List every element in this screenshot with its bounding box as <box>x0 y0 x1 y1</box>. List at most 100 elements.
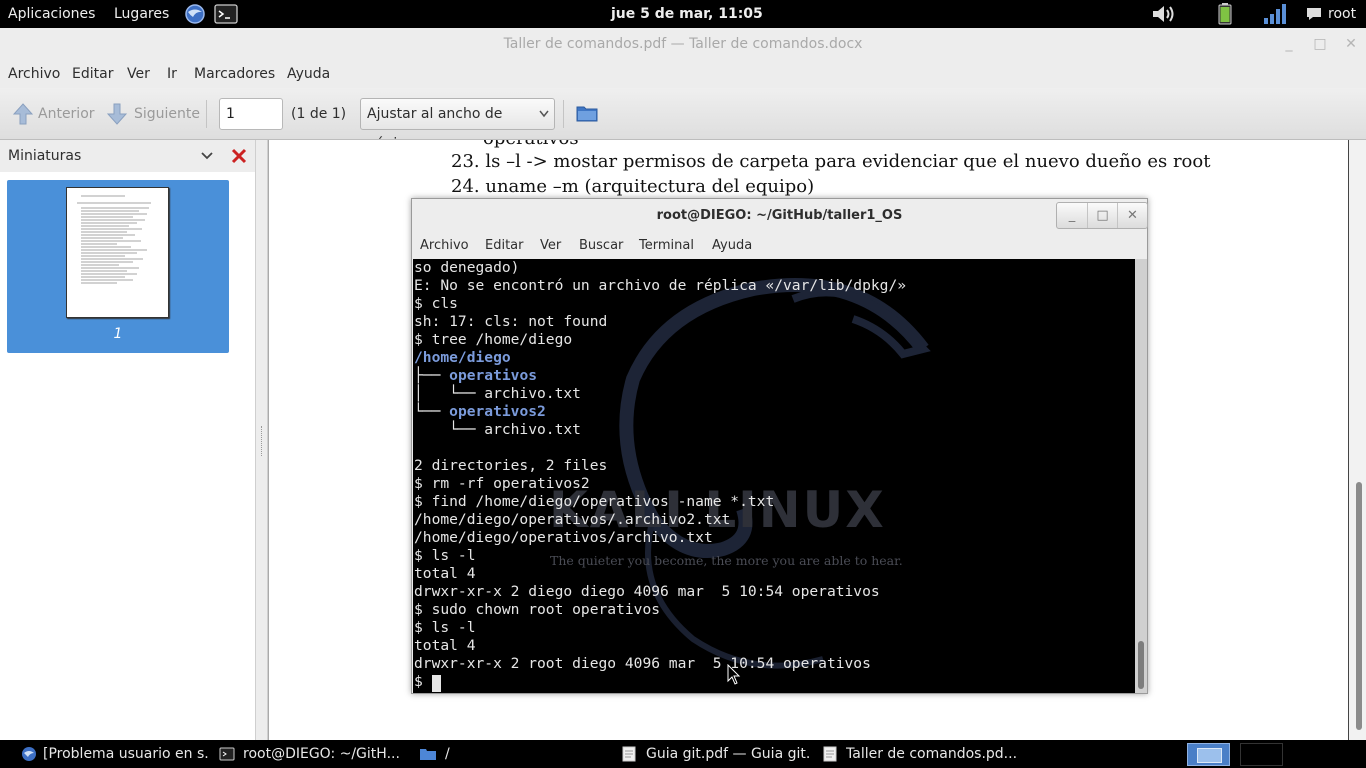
document-text-line: 23. ls –l -> mostar permisos de carpeta … <box>451 151 1211 172</box>
kali-wallpaper-tagline: The quieter you become, the more you are… <box>550 553 903 568</box>
menu-ver[interactable]: Ver <box>540 232 561 259</box>
terminal-cursor <box>432 675 441 692</box>
document-scrollbar[interactable] <box>1348 140 1366 740</box>
terminal-line: drwxr-xr-x 2 diego diego 4096 mar 5 10:5… <box>414 583 880 600</box>
top-panel: Aplicaciones Lugares jue 5 de mar, 11:05… <box>0 0 1366 28</box>
menu-editar[interactable]: Editar <box>485 232 524 259</box>
places-menu[interactable]: Lugares <box>114 0 169 28</box>
terminal-line: $ <box>414 673 432 690</box>
menu-archivo[interactable]: Archivo <box>8 60 60 88</box>
menu-buscar[interactable]: Buscar <box>579 232 623 259</box>
menu-archivo[interactable]: Archivo <box>420 232 469 259</box>
terminal-line: total 4 <box>414 565 476 582</box>
terminal-menu-bar: Archivo Editar Ver Buscar Terminal Ayuda <box>412 232 1147 259</box>
window-title: Taller de comandos.pdf — Taller de coman… <box>0 28 1366 60</box>
folder-icon <box>419 746 436 762</box>
scrollbar-thumb[interactable] <box>1138 641 1144 689</box>
web-browser-icon[interactable] <box>184 3 206 25</box>
network-signal-icon[interactable] <box>1262 3 1286 25</box>
terminal-line: E: No se encontró un archivo de réplica … <box>414 277 907 294</box>
terminal-line: /home/diego/operativos/.archivo2.txt <box>414 511 731 528</box>
page-number-input[interactable] <box>219 98 283 130</box>
terminal-line: │ └── archivo.txt <box>414 385 581 402</box>
terminal-screen[interactable]: KALI LINUX The quieter you become, the m… <box>413 259 1135 693</box>
document-text-line: operativos <box>483 140 579 149</box>
applications-menu[interactable]: Aplicaciones <box>8 0 95 28</box>
menu-ayuda[interactable]: Ayuda <box>287 60 330 88</box>
minimize-icon[interactable]: _ <box>1281 36 1297 52</box>
terminal-scrollbar[interactable] <box>1135 259 1147 693</box>
next-page-button[interactable]: Siguiente <box>134 88 200 140</box>
clock[interactable]: jue 5 de mar, 11:05 <box>611 0 763 28</box>
chevron-down-icon <box>538 99 550 140</box>
page-count-label: (1 de 1) <box>291 106 347 122</box>
terminal-launcher-icon[interactable] <box>214 3 238 25</box>
close-icon[interactable]: ✕ <box>1117 203 1147 228</box>
close-sidebar-icon[interactable] <box>231 148 247 168</box>
taskbar-item-terminal[interactable]: root@DIEGO: ~/GitH... <box>243 740 403 768</box>
toolbar: Anterior Siguiente (1 de 1) Ajustar al a… <box>0 88 1366 152</box>
terminal-line: /home/diego/operativos/archivo.txt <box>414 529 713 546</box>
maximize-icon[interactable]: □ <box>1087 203 1117 228</box>
terminal-directory-name: operativos2 <box>449 403 546 420</box>
terminal-line: $ rm -rf operativos2 <box>414 475 590 492</box>
taskbar-item-browser[interactable]: [Problema usuario en s... <box>43 740 208 768</box>
menu-terminal[interactable]: Terminal <box>639 232 694 259</box>
terminal-line: ├── operativos <box>414 367 538 384</box>
terminal-window-buttons: _ □ ✕ <box>1056 202 1148 229</box>
menu-marcadores[interactable]: Marcadores <box>194 60 275 88</box>
terminal-window: root@DIEGO: ~/GitHub/taller1_OS _ □ ✕ Ar… <box>411 198 1148 694</box>
terminal-line: drwxr-xr-x 2 root diego 4096 mar 5 10:54… <box>414 655 871 672</box>
terminal-title: root@DIEGO: ~/GitHub/taller1_OS <box>656 208 903 223</box>
zoom-select[interactable]: Ajustar al ancho de página <box>360 98 555 152</box>
pdf-document-icon <box>622 746 638 762</box>
volume-icon[interactable] <box>1151 3 1174 25</box>
minimize-icon[interactable]: _ <box>1057 203 1087 228</box>
page-thumbnail[interactable]: 1 <box>7 180 229 353</box>
menu-ver[interactable]: Ver <box>127 60 150 88</box>
menu-editar[interactable]: Editar <box>72 60 113 88</box>
previous-page-button[interactable]: Anterior <box>38 88 95 140</box>
taskbar-item-taller-comandos[interactable]: Taller de comandos.pd... <box>846 740 1016 768</box>
thumbnail-page-image <box>66 187 169 318</box>
maximize-icon[interactable]: □ <box>1312 36 1328 52</box>
terminal-directory-name: operativos <box>449 367 538 384</box>
terminal-line: /home/diego <box>414 349 511 366</box>
thumbnail-page-number: 1 <box>113 326 123 342</box>
terminal-line: $ ls -l <box>414 619 476 636</box>
terminal-line: sh: 17: cls: not found <box>414 313 608 330</box>
web-browser-icon <box>21 746 37 762</box>
close-icon[interactable]: ✕ <box>1343 36 1359 52</box>
document-text-line: 24. uname –m (arquitectura del equipo) <box>451 176 815 197</box>
terminal-line: total 4 <box>414 637 476 654</box>
mouse-pointer-icon <box>727 664 741 685</box>
sidebar-header: Miniaturas <box>0 140 255 172</box>
battery-icon[interactable] <box>1215 3 1237 25</box>
toolbar-separator <box>206 100 207 128</box>
scrollbar-thumb[interactable] <box>1356 482 1362 730</box>
terminal-line: └── archivo.txt <box>414 421 581 438</box>
chat-bubble-icon[interactable] <box>1306 6 1328 28</box>
terminal-line: $ sudo chown root operativos <box>414 601 661 618</box>
workspace-switcher[interactable] <box>1240 743 1283 766</box>
terminal-line: $ ls -l <box>414 547 476 564</box>
user-menu[interactable]: root <box>1328 0 1356 28</box>
pdf-document-icon <box>823 746 839 762</box>
chevron-down-icon[interactable] <box>200 140 214 176</box>
sidebar-resize-handle[interactable] <box>256 140 268 740</box>
arrow-down-icon <box>106 103 128 125</box>
kali-dragon-icon <box>619 278 931 669</box>
taskbar-item-file-manager[interactable]: / <box>445 740 465 768</box>
sidebar-title[interactable]: Miniaturas <box>8 140 81 172</box>
menu-ayuda[interactable]: Ayuda <box>712 232 752 259</box>
terminal-line: $ find /home/diego/operativos -name *.tx… <box>414 493 775 510</box>
open-folder-icon[interactable] <box>576 103 598 127</box>
menu-ir[interactable]: Ir <box>167 60 177 88</box>
workspace-switcher-active[interactable] <box>1187 743 1230 766</box>
terminal-line: so denegado) <box>414 259 520 276</box>
taskbar-item-guia-git[interactable]: Guia git.pdf — Guia git.... <box>646 740 811 768</box>
toolbar-separator <box>563 100 564 128</box>
menu-bar: Archivo Editar Ver Ir Marcadores Ayuda <box>0 60 1366 88</box>
sidebar: Miniaturas 1 <box>0 140 256 740</box>
taskbar: [Problema usuario en s... root@DIEGO: ~/… <box>0 740 1366 768</box>
